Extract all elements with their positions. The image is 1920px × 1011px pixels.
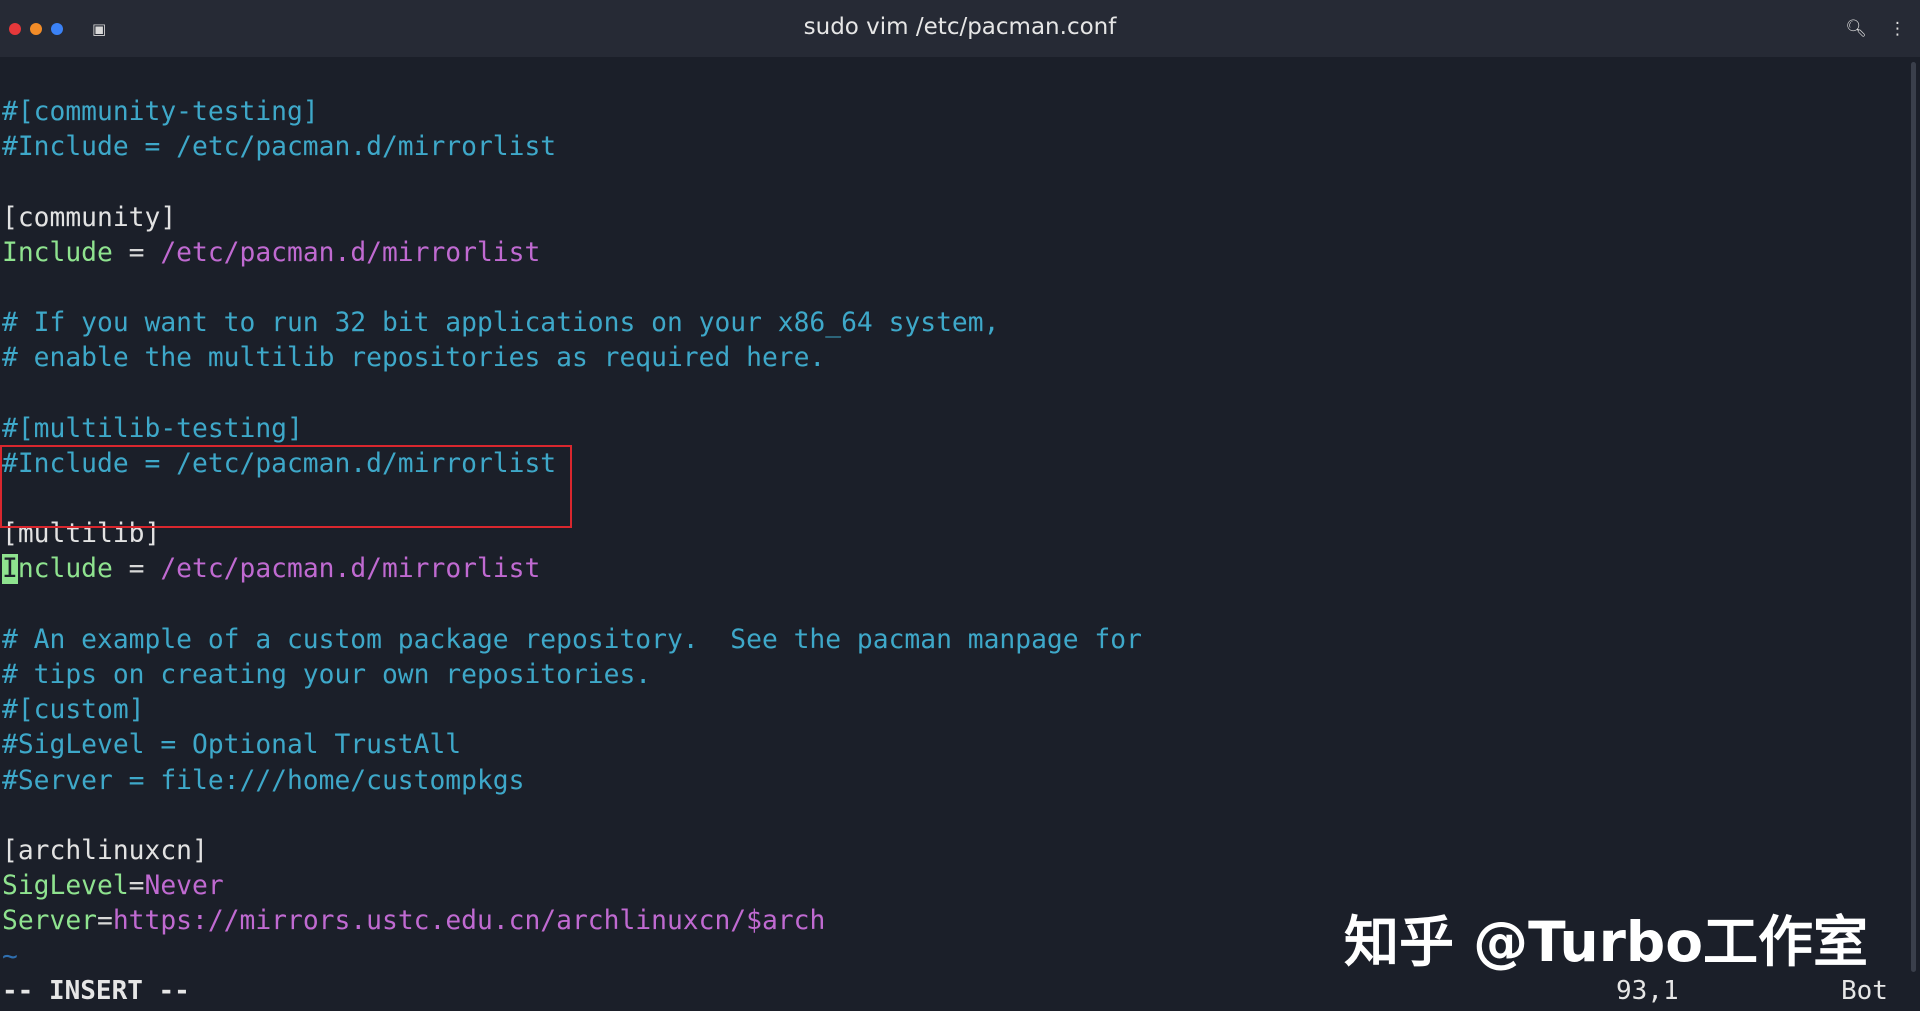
editor-line[interactable]: #Server = file:///home/custompkgs bbox=[2, 764, 1142, 799]
comment-text: #[multilib-testing] bbox=[2, 413, 303, 444]
section-header: [archlinuxcn] bbox=[2, 835, 208, 866]
cursor-position: 93,1 bbox=[1616, 976, 1679, 1006]
editor-line[interactable]: #Include = /etc/pacman.d/mirrorlist bbox=[2, 130, 1142, 165]
editor-line[interactable]: ~ bbox=[2, 940, 1142, 975]
terminal-icon[interactable]: ▣ bbox=[92, 20, 106, 38]
scroll-position: Bot bbox=[1841, 976, 1888, 1006]
more-icon[interactable]: ⋮ bbox=[1889, 19, 1906, 39]
config-operator: = bbox=[112, 554, 161, 585]
title-bar: ▣ sudo vim /etc/pacman.conf 🔍︎ ⋮ bbox=[0, 0, 1920, 57]
comment-text: # If you want to run 32 bit applications… bbox=[2, 308, 1000, 339]
comment-text: #Include = /etc/pacman.d/mirrorlist bbox=[2, 132, 557, 163]
editor-line[interactable]: #[multilib-testing] bbox=[2, 412, 1142, 447]
config-value: https://mirrors.ustc.edu.cn/archlinuxcn/… bbox=[112, 906, 826, 937]
editor-line[interactable] bbox=[2, 271, 1142, 306]
window-controls bbox=[9, 22, 72, 35]
editor-lines: #[community-testing] #Include = /etc/pacm… bbox=[2, 95, 1142, 975]
editor-line[interactable]: # enable the multilib repositories as re… bbox=[2, 341, 1142, 376]
config-key: SigLevel bbox=[2, 871, 129, 902]
editor-line[interactable] bbox=[2, 377, 1142, 412]
editor-line[interactable]: # An example of a custom package reposit… bbox=[2, 623, 1142, 658]
maximize-button[interactable] bbox=[51, 22, 63, 35]
config-value: Never bbox=[144, 871, 224, 902]
comment-text: #[community-testing] bbox=[2, 97, 319, 127]
scrollbar[interactable] bbox=[1911, 62, 1916, 972]
config-operator: = bbox=[112, 237, 161, 268]
comment-text: # An example of a custom package reposit… bbox=[2, 624, 1142, 655]
config-value: /etc/pacman.d/mirrorlist bbox=[160, 554, 541, 585]
watermark: 知乎 @Turbo工作室 bbox=[1343, 910, 1868, 974]
multilib-highlight-box bbox=[0, 445, 572, 528]
config-key: nclude bbox=[17, 554, 113, 585]
empty-line-marker: ~ bbox=[2, 941, 18, 972]
window-title: sudo vim /etc/pacman.conf bbox=[803, 14, 1117, 40]
editor-line[interactable]: # tips on creating your own repositories… bbox=[2, 658, 1142, 693]
config-operator: = bbox=[97, 906, 113, 937]
config-key: Server bbox=[2, 906, 97, 937]
editor-line[interactable]: [archlinuxcn] bbox=[2, 834, 1142, 869]
config-value: /etc/pacman.d/mirrorlist bbox=[160, 237, 541, 268]
vim-status-line: -- INSERT -- 93,1 Bot bbox=[0, 972, 1920, 1011]
config-key: Include bbox=[2, 237, 113, 268]
editor-line[interactable] bbox=[2, 588, 1142, 623]
title-bar-actions: 🔍︎ ⋮ bbox=[1823, 0, 1906, 57]
search-icon[interactable]: 🔍︎ bbox=[1845, 19, 1867, 39]
editor-line[interactable]: #SigLevel = Optional TrustAll bbox=[2, 728, 1142, 763]
comment-text: #SigLevel = Optional TrustAll bbox=[2, 730, 462, 761]
editor-line[interactable]: # If you want to run 32 bit applications… bbox=[2, 306, 1142, 341]
editor-line[interactable]: Include = /etc/pacman.d/mirrorlist bbox=[2, 552, 1142, 587]
terminal-window: ▣ sudo vim /etc/pacman.conf 🔍︎ ⋮ #[commu… bbox=[0, 0, 1920, 1011]
editor-line[interactable]: #[custom] bbox=[2, 693, 1142, 728]
minimize-button[interactable] bbox=[30, 22, 42, 35]
config-operator: = bbox=[128, 871, 145, 902]
text-cursor: I bbox=[2, 554, 18, 585]
editor-line[interactable]: [community] bbox=[2, 201, 1142, 236]
comment-text: #Server = file:///home/custompkgs bbox=[2, 765, 525, 796]
section-header: [community] bbox=[2, 202, 177, 233]
close-button[interactable] bbox=[9, 22, 21, 35]
mode-indicator: -- INSERT -- bbox=[2, 976, 190, 1006]
editor-line[interactable] bbox=[2, 165, 1142, 200]
comment-text: # enable the multilib repositories as re… bbox=[2, 343, 826, 374]
editor-line[interactable] bbox=[2, 799, 1142, 834]
comment-text: #[custom] bbox=[2, 695, 145, 726]
editor-line[interactable]: #[community-testing] bbox=[2, 95, 1142, 130]
editor-line[interactable]: Server=https://mirrors.ustc.edu.cn/archl… bbox=[2, 904, 1142, 939]
comment-text: # tips on creating your own repositories… bbox=[2, 660, 652, 690]
editor-line[interactable]: SigLevel=Never bbox=[2, 869, 1142, 904]
editor-line[interactable]: Include = /etc/pacman.d/mirrorlist bbox=[2, 236, 1142, 271]
